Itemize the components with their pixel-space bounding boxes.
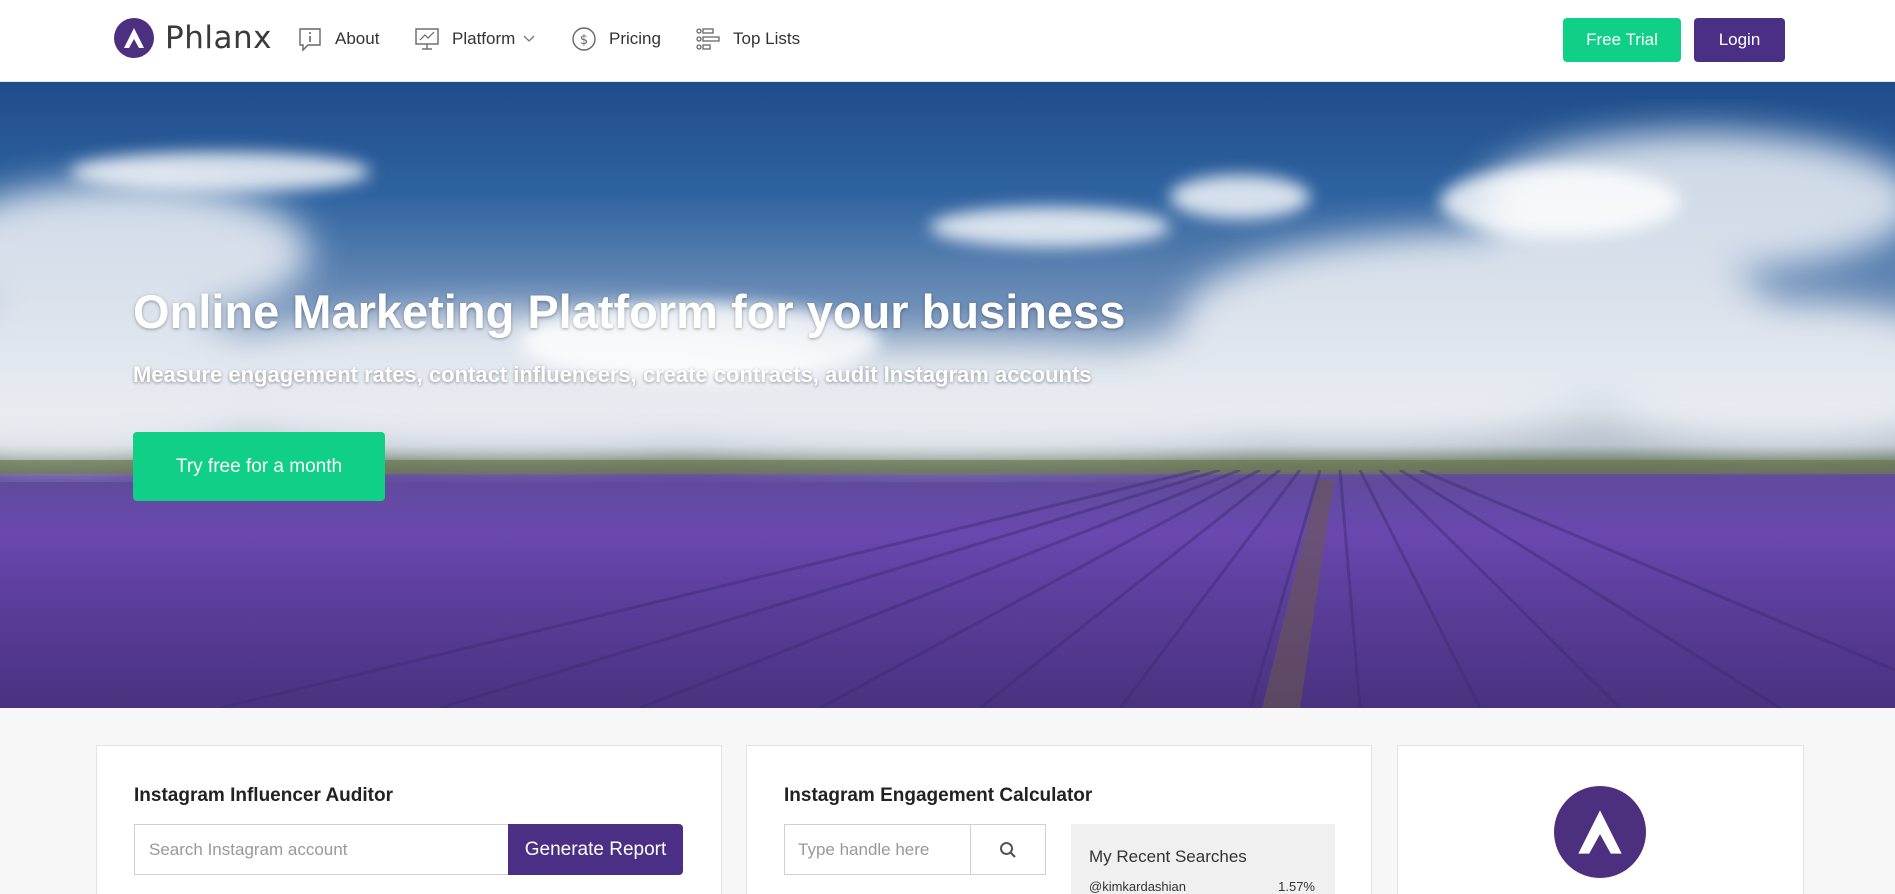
recent-searches-panel: My Recent Searches @kimkardashian 1.57% [1071,824,1335,894]
monitor-icon [415,28,439,50]
list-bars-icon [696,28,720,50]
nav-top-lists-label: Top Lists [733,29,801,48]
try-free-button[interactable]: Try free for a month [133,432,385,501]
auditor-search-input[interactable]: Search Instagram account [134,824,508,875]
brand-name: Phlanx [165,20,272,56]
phlanx-logo-icon [114,18,154,58]
engagement-calculator-card: Instagram Engagement Calculator Type han… [746,745,1372,894]
hero-subtitle: Measure engagement rates, contact influe… [133,362,1092,387]
recent-search-handle: @kimkardashian [1089,879,1187,894]
engagement-title: Instagram Engagement Calculator [784,785,1093,806]
hero-banner: Online Marketing Platform for your busin… [0,82,1895,708]
handle-input[interactable]: Type handle here [784,824,971,875]
nav-pricing[interactable]: $ Pricing [571,26,661,52]
chevron-down-icon [523,35,535,42]
nav-pricing-label: Pricing [609,29,661,48]
free-trial-button[interactable]: Free Trial [1563,18,1681,62]
brand-link[interactable]: Phlanx [114,17,272,59]
info-bubble-icon [299,28,321,52]
nav-platform-label: Platform [452,29,516,48]
recent-search-item[interactable]: @kimkardashian 1.57% [1089,879,1315,894]
phlanx-logo-icon [1554,786,1646,878]
nav-platform[interactable]: Platform [414,26,535,52]
search-icon [1000,841,1016,858]
generate-report-button[interactable]: Generate Report [508,824,683,875]
top-navbar: Phlanx About Platform $ Pricing Top List… [0,0,1895,82]
recent-search-rate: 1.57% [1278,879,1315,894]
hero-lavender-field [219,470,1895,708]
svg-text:$: $ [580,33,588,48]
nav-about-label: About [335,29,380,48]
hero-title: Online Marketing Platform for your busin… [133,285,1126,338]
auditor-title: Instagram Influencer Auditor [134,785,393,806]
nav-top-lists[interactable]: Top Lists [695,26,800,52]
recent-searches-title: My Recent Searches [1089,847,1247,866]
nav-about[interactable]: About [297,26,379,52]
influencer-auditor-card: Instagram Influencer Auditor Search Inst… [96,745,722,894]
phlanx-promo-card [1397,745,1804,894]
hero-sky-clouds [0,132,1895,474]
handle-search-button[interactable] [971,824,1046,875]
dollar-circle-icon: $ [572,27,596,51]
login-button[interactable]: Login [1694,18,1785,62]
